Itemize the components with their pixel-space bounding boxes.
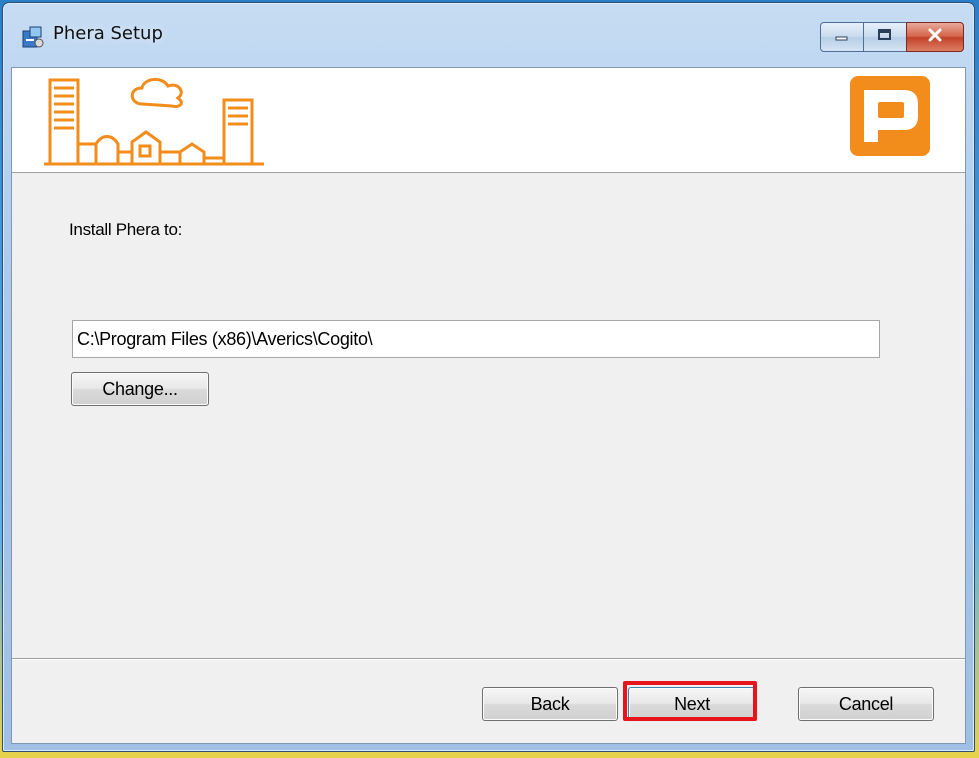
close-icon [926, 27, 944, 48]
window-title: Phera Setup [53, 23, 163, 44]
wizard-content: Install Phera to: Change... Back Next Ca… [11, 67, 966, 744]
back-button[interactable]: Back [482, 687, 618, 721]
change-button[interactable]: Change... [71, 372, 209, 406]
phera-logo [850, 76, 930, 156]
setup-window: Phera Setup Install Phera to: C:\Program… [2, 2, 975, 752]
install-path-field[interactable] [72, 320, 880, 358]
minimize-icon [834, 28, 850, 46]
install-location-label: Install Phera to: [69, 220, 183, 239]
window-controls [820, 22, 964, 52]
city-skyline-illustration [42, 74, 342, 171]
maximize-button[interactable] [863, 22, 907, 52]
title-bar[interactable]: Phera Setup [3, 3, 974, 67]
footer-divider [12, 658, 965, 660]
minimize-button[interactable] [820, 22, 864, 52]
next-button[interactable]: Next [628, 687, 756, 721]
maximize-icon [877, 28, 893, 47]
cancel-button[interactable]: Cancel [798, 687, 934, 721]
wizard-banner [12, 68, 965, 173]
close-button[interactable] [906, 22, 964, 52]
installer-icon [21, 25, 45, 49]
